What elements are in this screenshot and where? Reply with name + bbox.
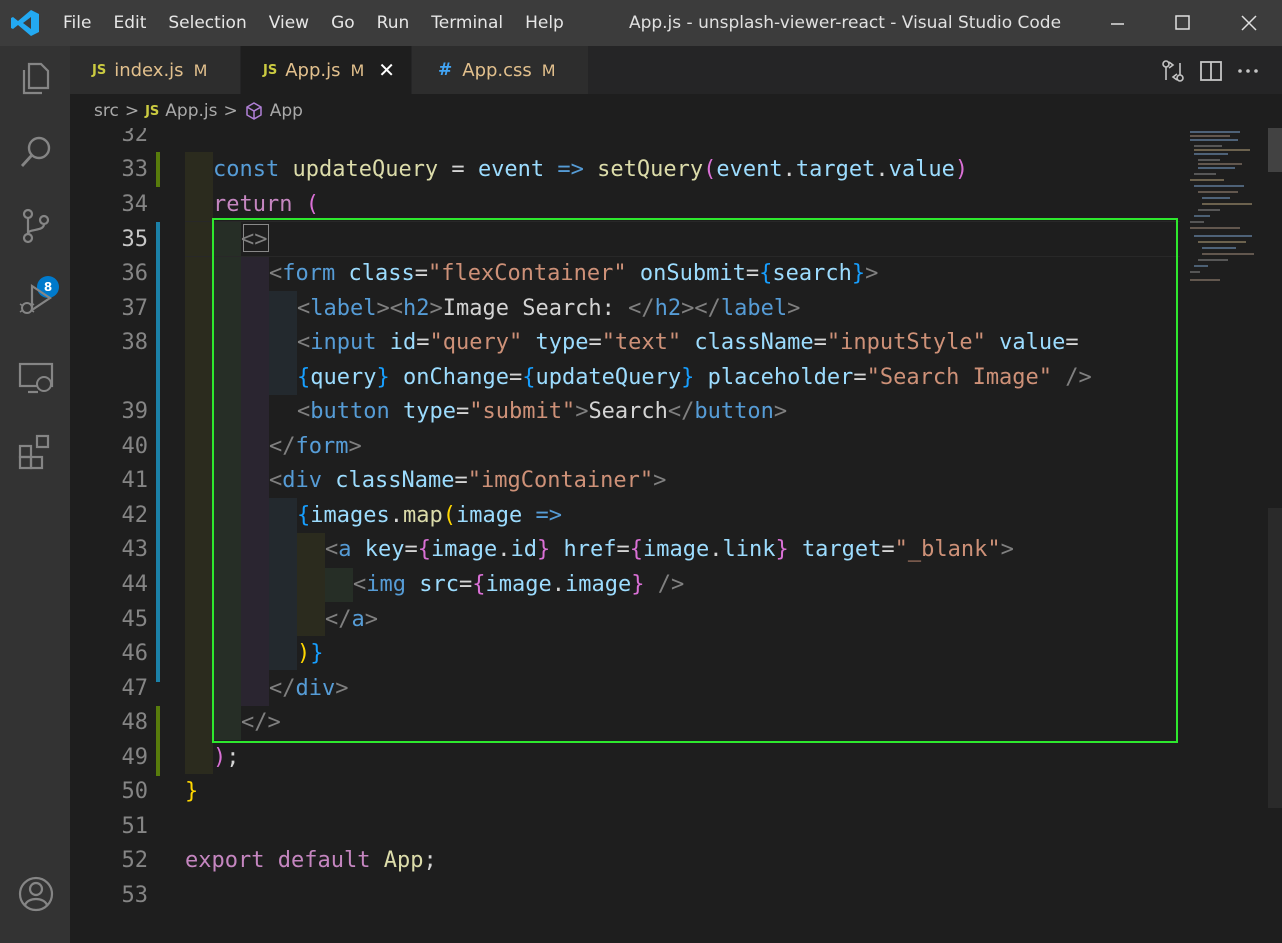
maximize-icon <box>1175 15 1190 30</box>
line-number: 49 <box>121 745 149 770</box>
modified-indicator: M <box>193 60 208 80</box>
remote-explorer-icon[interactable] <box>16 358 56 398</box>
line-number: 47 <box>121 676 149 701</box>
line-number: 52 <box>121 848 149 873</box>
line-number: 39 <box>121 399 149 424</box>
code-line: 50 } <box>70 774 1180 809</box>
run-debug-icon[interactable] <box>16 280 56 320</box>
tab-label: App.js <box>285 59 341 81</box>
javascript-file-icon: JS <box>92 62 107 78</box>
code-line: 52 export default App; <box>70 843 1180 878</box>
close-icon <box>1241 15 1257 31</box>
menu-edit[interactable]: Edit <box>102 13 157 33</box>
breadcrumb-folder[interactable]: src <box>94 101 119 121</box>
split-editor-icon[interactable] <box>1198 58 1224 84</box>
annotation-highlight-box <box>212 218 1178 743</box>
code-line: 49 ); <box>70 740 1180 775</box>
line-number: 40 <box>121 434 149 459</box>
line-number: 41 <box>121 468 149 493</box>
more-actions-icon[interactable] <box>1235 58 1261 84</box>
line-number: 53 <box>121 883 149 908</box>
line-number: 33 <box>121 157 149 182</box>
search-icon[interactable] <box>16 132 56 172</box>
tab-app-js[interactable]: JS App.js M ✕ <box>241 46 411 94</box>
source-control-icon[interactable] <box>16 206 56 246</box>
menu-file[interactable]: File <box>52 13 102 33</box>
breadcrumb-separator: > <box>124 101 140 121</box>
tab-label: index.js <box>114 59 184 81</box>
menu-view[interactable]: View <box>258 13 320 33</box>
tab-index-js[interactable]: JS index.js M <box>70 46 240 94</box>
minimize-button[interactable] <box>1084 0 1150 46</box>
title-bar: File Edit Selection View Go Run Terminal… <box>0 0 1282 46</box>
code-line: 51 <box>70 809 1180 844</box>
scrollbar-track-highlight <box>1268 508 1282 808</box>
line-number: 50 <box>121 779 149 804</box>
activity-bar: 8 <box>0 46 70 943</box>
menu-selection[interactable]: Selection <box>157 13 257 33</box>
maximize-button[interactable] <box>1150 0 1216 46</box>
code-line: 32 <box>70 128 1180 152</box>
line-number: 48 <box>121 710 149 735</box>
extensions-icon[interactable] <box>16 432 56 472</box>
open-changes-icon[interactable] <box>1160 58 1186 84</box>
explorer-icon[interactable] <box>16 58 56 98</box>
code-text: ); <box>213 745 240 770</box>
breadcrumb-symbol[interactable]: App <box>270 101 303 121</box>
vertical-scrollbar[interactable] <box>1268 128 1282 943</box>
line-number: 45 <box>121 607 149 632</box>
line-number: 43 <box>121 537 149 562</box>
code-line: 34 return ( <box>70 187 1180 222</box>
code-text: return ( <box>213 192 319 217</box>
close-window-button[interactable] <box>1216 0 1282 46</box>
symbol-class-icon <box>245 102 262 120</box>
code-text: } <box>185 779 199 804</box>
editor-tab-bar: JS index.js M JS App.js M ✕ # App.css M <box>70 46 1282 94</box>
modified-indicator: M <box>541 60 556 80</box>
menu-go[interactable]: Go <box>320 13 366 33</box>
line-number: 46 <box>121 641 149 666</box>
line-number: 35 <box>121 227 149 252</box>
window-title: App.js - unsplash-viewer-react - Visual … <box>628 13 1062 33</box>
breadcrumb-separator: > <box>223 101 238 121</box>
minimize-icon <box>1111 23 1124 25</box>
javascript-file-icon: JS <box>145 103 160 119</box>
code-line: 53 <box>70 878 1180 913</box>
line-number: 44 <box>121 572 149 597</box>
line-number: 51 <box>121 814 149 839</box>
line-number: 34 <box>121 192 149 217</box>
line-number: 38 <box>121 330 149 355</box>
tab-label: App.css <box>462 59 532 81</box>
line-number: 37 <box>121 296 149 321</box>
menu-run[interactable]: Run <box>366 13 421 33</box>
menu-bar: File Edit Selection View Go Run Terminal… <box>52 0 575 46</box>
account-icon[interactable] <box>16 874 56 914</box>
breadcrumb: src > JS App.js > App <box>70 94 1282 128</box>
close-tab-icon[interactable]: ✕ <box>378 58 395 82</box>
javascript-file-icon: JS <box>263 62 278 78</box>
menu-terminal[interactable]: Terminal <box>420 13 514 33</box>
code-text: const updateQuery = event => setQuery(ev… <box>213 157 969 182</box>
breadcrumb-file[interactable]: App.js <box>165 101 217 121</box>
line-number: 36 <box>121 261 149 286</box>
css-file-icon: # <box>438 60 453 80</box>
minimap[interactable] <box>1180 128 1268 943</box>
line-number: 42 <box>121 503 149 528</box>
code-line: 33 const updateQuery = event => setQuery… <box>70 152 1180 187</box>
scrollbar-thumb[interactable] <box>1268 128 1282 172</box>
modified-indicator: M <box>350 60 365 80</box>
vscode-logo-icon <box>11 10 39 36</box>
tab-app-css[interactable]: # App.css M <box>412 46 588 94</box>
line-number: 32 <box>121 128 149 147</box>
code-text: export default App; <box>185 848 437 873</box>
